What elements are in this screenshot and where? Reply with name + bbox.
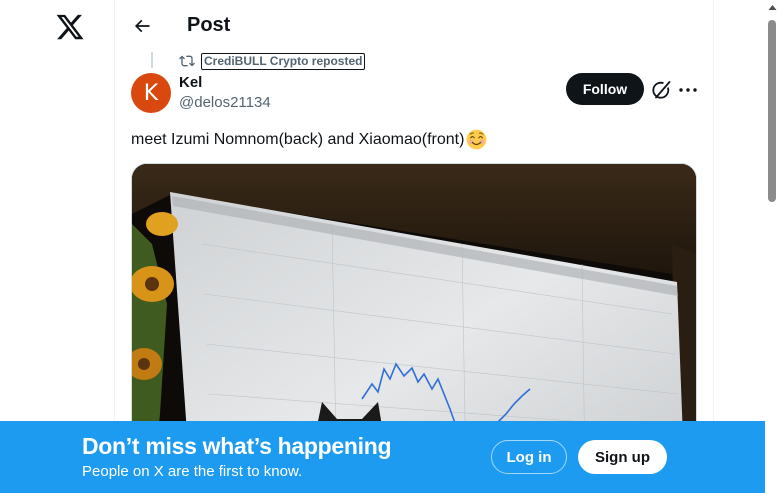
banner-title: Don’t miss what’s happening [82, 433, 392, 459]
left-nav [0, 0, 115, 493]
main-column: Post CrediBULL Crypto reposted K Kel @de… [114, 0, 714, 493]
thread-line [151, 52, 153, 68]
scroll-thumb[interactable] [768, 20, 776, 202]
smiling-face-icon [467, 129, 487, 150]
author-handle[interactable]: @delos21134 [179, 94, 271, 111]
repost-icon [179, 55, 195, 67]
more-icon[interactable] [676, 78, 700, 102]
post-body: meet Izumi Nomnom(back) and Xiaomao(fron… [131, 130, 465, 148]
repost-label[interactable]: CrediBULL Crypto reposted [201, 52, 366, 70]
scrollbar[interactable] [765, 0, 780, 493]
banner-subtitle: People on X are the first to know. [82, 463, 303, 480]
login-button[interactable]: Log in [491, 440, 567, 474]
repost-indicator: CrediBULL Crypto reposted [179, 52, 366, 70]
scroll-up-arrow-icon[interactable] [768, 3, 777, 12]
login-banner: Don’t miss what’s happening People on X … [0, 421, 765, 493]
page-title: Post [187, 14, 231, 36]
page: Post CrediBULL Crypto reposted K Kel @de… [0, 0, 780, 493]
follow-button[interactable]: Follow [566, 73, 644, 105]
grok-icon[interactable] [649, 78, 673, 102]
back-button[interactable] [127, 11, 157, 41]
post-text: meet Izumi Nomnom(back) and Xiaomao(fron… [131, 129, 487, 150]
avatar[interactable]: K [131, 73, 171, 113]
signup-button[interactable]: Sign up [578, 440, 667, 474]
arrow-left-icon [134, 19, 150, 33]
x-logo-icon[interactable] [55, 12, 85, 42]
top-bar: Post [115, 0, 713, 52]
author-name[interactable]: Kel [179, 74, 202, 91]
